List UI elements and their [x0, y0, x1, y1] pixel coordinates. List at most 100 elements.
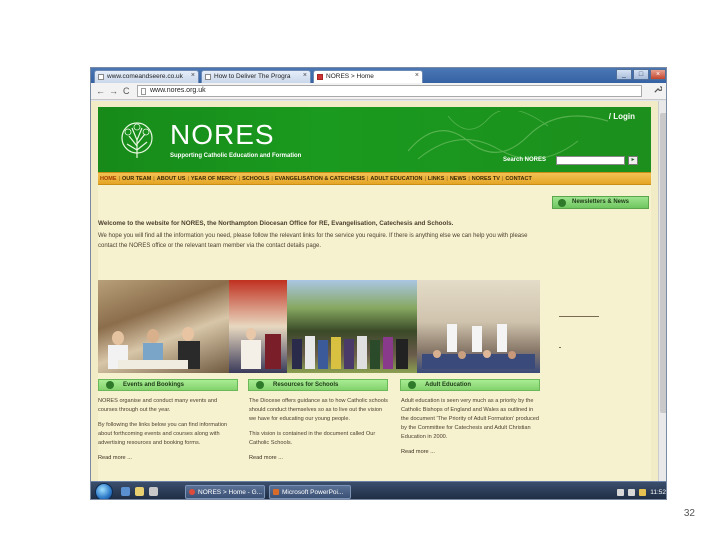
section-paragraph: NORES organise and conduct many events a…: [98, 398, 218, 413]
resources-schools-header[interactable]: Resources for Schools: [248, 379, 388, 391]
leaf-icon: [106, 381, 114, 389]
read-more-link[interactable]: Read more ...: [98, 454, 238, 463]
tab-label: NORES > Home: [326, 73, 374, 80]
tab-label: www.comeandseere.co.uk: [107, 73, 183, 80]
nav-separator: |: [446, 175, 448, 182]
tab-comeandsee[interactable]: www.comeandseere.co.uk ×: [94, 70, 199, 83]
nav-evangelisation[interactable]: EVANGELISATION & CATECHESIS: [275, 176, 365, 182]
section-paragraph: By following the links below you can fin…: [98, 422, 228, 446]
system-tray: 11:52: [617, 485, 666, 499]
section-title: Events and Bookings: [123, 382, 185, 388]
search-submit-button[interactable]: ▸: [628, 156, 638, 165]
task-label: Microsoft PowerPoi...: [282, 489, 344, 496]
decorative-scroll-graphic: [408, 111, 608, 160]
photo-bishop: [229, 280, 287, 373]
nav-separator: |: [118, 175, 120, 182]
address-bar-row: ← → C www.nores.org.uk: [91, 83, 666, 100]
nav-separator: |: [187, 175, 189, 182]
newsletters-button[interactable]: Newsletters & News: [552, 196, 649, 209]
site-navigation: HOME | OUR TEAM | ABOUT US | YEAR OF MER…: [98, 172, 651, 185]
quick-launch-ie-icon[interactable]: [121, 487, 130, 496]
quick-launch-desktop-icon[interactable]: [149, 487, 158, 496]
system-clock[interactable]: 11:52: [650, 489, 666, 496]
read-more-link[interactable]: Read more ...: [249, 454, 389, 463]
site-logo-text[interactable]: NORES: [170, 119, 275, 151]
maximize-button[interactable]: □: [633, 69, 649, 80]
tab-close-icon[interactable]: ×: [191, 72, 195, 79]
url-text: www.nores.org.uk: [150, 87, 206, 94]
nores-favicon-icon: [317, 74, 323, 80]
nav-our-team[interactable]: OUR TEAM: [122, 176, 151, 182]
nav-schools[interactable]: SCHOOLS: [242, 176, 269, 182]
search-input[interactable]: [556, 156, 625, 165]
chrome-icon: [189, 489, 195, 495]
reload-button[interactable]: C: [123, 86, 130, 96]
notification-icon[interactable]: [639, 488, 647, 496]
leaf-icon: [408, 381, 416, 389]
nav-separator: |: [153, 175, 155, 182]
nav-adult-education[interactable]: ADULT EDUCATION: [370, 176, 422, 182]
sidebar-divider: [559, 316, 599, 317]
taskbar-powerpoint-window[interactable]: Microsoft PowerPoi...: [269, 485, 351, 499]
adult-education-header[interactable]: Adult Education: [400, 379, 540, 391]
volume-icon[interactable]: [628, 488, 636, 496]
nav-home[interactable]: HOME: [100, 176, 117, 182]
photo-mass: [417, 280, 540, 373]
taskbar-chrome-window[interactable]: NORES > Home - G...: [185, 485, 265, 499]
site-header: / Login NORES Supporting Catholic Educat…: [98, 107, 651, 172]
section-paragraph: Adult education is seen very much as a p…: [401, 398, 540, 440]
nav-about-us[interactable]: ABOUT US: [157, 176, 186, 182]
quick-launch-folder-icon[interactable]: [135, 487, 144, 496]
window-controls: _ □ ×: [616, 69, 666, 80]
url-input[interactable]: www.nores.org.uk: [137, 85, 642, 97]
browser-screenshot: www.comeandseere.co.uk × How to Deliver …: [90, 67, 667, 500]
tree-logo-icon: [121, 122, 153, 158]
resources-column: The Diocese offers guidance as to how Ca…: [249, 397, 389, 469]
leaf-icon: [256, 381, 264, 389]
task-label: NORES > Home - G...: [198, 489, 263, 496]
page-favicon-icon: [205, 74, 211, 80]
nav-news[interactable]: NEWS: [450, 176, 467, 182]
tab-close-icon[interactable]: ×: [303, 72, 307, 79]
welcome-text: We hope you will find all the informatio…: [98, 233, 528, 249]
web-page: / Login NORES Supporting Catholic Educat…: [98, 107, 651, 481]
nav-year-of-mercy[interactable]: YEAR OF MERCY: [191, 176, 237, 182]
login-link[interactable]: / Login: [609, 112, 635, 121]
tab-close-icon[interactable]: ×: [415, 72, 419, 79]
wrench-icon[interactable]: [653, 85, 663, 96]
leaf-icon: [558, 199, 566, 207]
browser-viewport: / Login NORES Supporting Catholic Educat…: [91, 101, 666, 481]
nav-separator: |: [238, 175, 241, 182]
search-label: Search NORES: [503, 157, 547, 163]
events-column: NORES organise and conduct many events a…: [98, 397, 238, 469]
welcome-heading: Welcome to the website for NORES, the No…: [98, 220, 454, 227]
vertical-scrollbar[interactable]: [658, 101, 666, 481]
section-title: Adult Education: [425, 382, 471, 388]
nav-links[interactable]: LINKS: [428, 176, 445, 182]
network-icon[interactable]: [617, 488, 625, 496]
section-paragraph: This vision is contained in the document…: [249, 431, 376, 446]
nav-nores-tv[interactable]: NORES TV: [472, 176, 500, 182]
tab-nores-home[interactable]: NORES > Home ×: [313, 70, 423, 83]
start-button[interactable]: [95, 483, 113, 499]
forward-button[interactable]: →: [109, 86, 118, 96]
site-tagline: Supporting Catholic Education and Format…: [170, 153, 302, 159]
page-favicon-icon: [98, 74, 104, 80]
tab-how-to-deliver[interactable]: How to Deliver The Progra ×: [201, 70, 311, 83]
read-more-link[interactable]: Read more ...: [401, 448, 541, 457]
close-window-button[interactable]: ×: [650, 69, 666, 80]
nav-separator: |: [366, 175, 369, 182]
nav-separator: |: [424, 175, 426, 182]
sidebar-mark: [559, 347, 561, 348]
slide-number: 32: [683, 508, 695, 519]
photo-schools-crowd: [287, 280, 417, 373]
events-bookings-header[interactable]: Events and Bookings: [98, 379, 238, 391]
newsletters-label: Newsletters & News: [572, 199, 630, 205]
powerpoint-icon: [273, 489, 279, 495]
back-button[interactable]: ←: [96, 86, 105, 96]
section-paragraph: The Diocese offers guidance as to how Ca…: [249, 398, 388, 422]
minimize-button[interactable]: _: [616, 69, 632, 80]
nav-separator: |: [468, 175, 470, 182]
scrollbar-thumb[interactable]: [660, 113, 666, 413]
nav-contact[interactable]: CONTACT: [505, 176, 531, 182]
